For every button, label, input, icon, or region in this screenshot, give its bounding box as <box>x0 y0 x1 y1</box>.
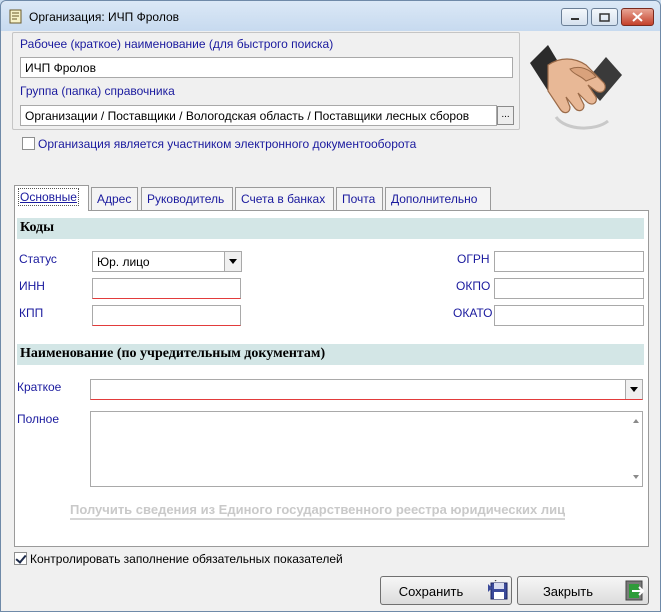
tab-bank-accounts[interactable]: Счета в банках <box>235 187 334 210</box>
codes-section-title: Коды <box>17 218 644 239</box>
tab-main-label: Основные <box>18 188 79 206</box>
tab-bank-accounts-label: Счета в банках <box>241 192 326 206</box>
minimize-icon <box>570 18 579 20</box>
egrul-link[interactable]: Получить сведения из Единого государстве… <box>70 502 566 520</box>
tab-additional-label: Дополнительно <box>391 192 478 206</box>
okpo-input[interactable] <box>494 278 644 299</box>
work-name-input[interactable]: ИЧП Фролов <box>20 57 513 78</box>
save-button-label: Сохранить <box>398 584 464 599</box>
tab-main[interactable]: Основные <box>14 185 89 211</box>
short-name-dropdown-button[interactable] <box>625 380 642 399</box>
short-name-combo[interactable] <box>90 379 643 400</box>
inn-label: ИНН <box>19 279 45 293</box>
maximize-icon <box>599 12 610 22</box>
group-label: Группа (папка) справочника <box>20 84 175 98</box>
full-name-textarea[interactable] <box>90 411 643 487</box>
control-required-checkbox[interactable] <box>14 552 27 565</box>
organization-window: Организация: ИЧП Фролов Рабочее (краткое… <box>0 0 661 612</box>
chevron-down-icon <box>630 387 638 392</box>
ogrn-label: ОГРН <box>457 252 490 266</box>
group-select-button[interactable]: ... <box>497 106 514 125</box>
exit-door-icon <box>625 580 645 601</box>
window-title: Организация: ИЧП Фролов <box>29 10 180 24</box>
group-input[interactable]: Организации / Поставщики / Вологодская о… <box>20 105 497 126</box>
status-dropdown-button[interactable] <box>224 252 241 271</box>
tab-mail-label: Почта <box>342 192 376 206</box>
control-required-label[interactable]: Контролировать заполнение обязательных п… <box>30 552 343 566</box>
chevron-down-icon <box>229 259 237 264</box>
tab-additional[interactable]: Дополнительно <box>385 187 491 210</box>
okpo-label: ОКПО <box>456 279 491 293</box>
edo-checkbox[interactable] <box>22 137 35 150</box>
close-window-button[interactable] <box>621 8 654 26</box>
status-select[interactable]: Юр. лицо <box>92 251 242 272</box>
scroll-up-icon[interactable] <box>633 419 639 423</box>
status-label: Статус <box>19 252 57 266</box>
kpp-input[interactable] <box>92 305 241 326</box>
ogrn-input[interactable] <box>494 251 644 272</box>
full-name-label: Полное <box>17 412 60 426</box>
identity-group: Рабочее (краткое) наименование (для быст… <box>12 32 520 130</box>
form-icon <box>9 9 22 24</box>
tab-head[interactable]: Руководитель <box>141 187 233 210</box>
kpp-label: КПП <box>19 306 44 320</box>
edo-checkbox-label[interactable]: Организация является участником электрон… <box>38 137 416 151</box>
tab-head-label: Руководитель <box>147 192 225 206</box>
short-name-label: Краткое <box>17 380 62 394</box>
close-icon <box>632 12 643 22</box>
window-client: Рабочее (краткое) наименование (для быст… <box>8 31 654 606</box>
scroll-down-icon[interactable] <box>633 475 639 479</box>
okato-input[interactable] <box>494 305 644 326</box>
title-bar[interactable]: Организация: ИЧП Фролов <box>1 1 660 31</box>
tab-address[interactable]: Адрес <box>91 187 138 210</box>
naming-section-title: Наименование (по учредительным документа… <box>17 344 644 365</box>
save-disk-icon <box>488 580 508 600</box>
save-button[interactable]: Сохранить <box>380 576 512 605</box>
tab-panel-main: Коды Статус Юр. лицо ИНН КПП ОГРН ОКПО О… <box>14 210 649 547</box>
tab-address-label: Адрес <box>97 192 132 206</box>
maximize-button[interactable] <box>591 8 618 26</box>
inn-input[interactable] <box>92 278 241 299</box>
close-button[interactable]: Закрыть <box>517 576 649 605</box>
tab-mail[interactable]: Почта <box>336 187 383 210</box>
work-name-label: Рабочее (краткое) наименование (для быст… <box>20 37 334 51</box>
handshake-icon <box>530 45 622 130</box>
status-value: Юр. лицо <box>97 255 150 269</box>
close-button-label: Закрыть <box>542 584 594 599</box>
minimize-button[interactable] <box>561 8 588 26</box>
okato-label: ОКАТО <box>453 306 493 320</box>
